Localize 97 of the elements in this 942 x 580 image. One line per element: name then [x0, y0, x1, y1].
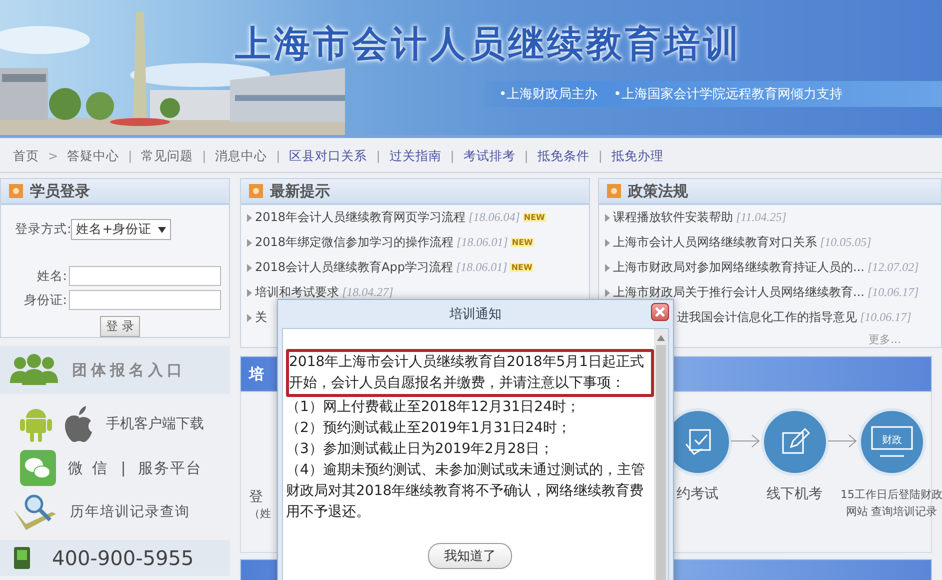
news-link[interactable]: 2018年会计人员继续教育网页学习流程 [255, 209, 466, 226]
nav-separator: > [48, 149, 58, 163]
close-button[interactable] [651, 303, 669, 321]
nav-link[interactable]: 答疑中心 [67, 148, 120, 164]
nav-link[interactable]: 抵免条件 [537, 148, 590, 164]
hotline-number: 400-900-5955 [52, 546, 194, 570]
step-label: （姓 [249, 506, 271, 521]
news-date: [18.06.01] [456, 235, 508, 250]
panel-icon [607, 184, 621, 198]
bullet-icon [247, 264, 252, 272]
nav-separator: | [128, 149, 132, 163]
login-method-select[interactable]: 姓名+身份证 [71, 219, 171, 240]
news-link[interactable]: 关 [255, 309, 267, 326]
new-badge: NEW [510, 238, 534, 247]
service-link[interactable]: 服务平台 [138, 458, 202, 478]
arrow-icon [828, 434, 858, 448]
chat-bubbles-icon [20, 450, 56, 486]
step-label: 登 [249, 488, 263, 506]
scrollbar[interactable] [654, 329, 668, 580]
policy-link[interactable]: 进我国会计信息化工作的指导意见 [677, 309, 857, 326]
bullet-icon [247, 238, 252, 246]
field-label: 身份证: [22, 292, 67, 308]
policy-date: [11.04.25] [736, 210, 786, 225]
policy-date: [12.07.02] [867, 260, 919, 275]
field-label: 登录方式: [15, 221, 72, 238]
nav-link[interactable]: 首页 [13, 148, 39, 164]
nav-separator: | [276, 149, 280, 163]
tagline: •上海国家会计学院远程教育网倾力支持 [614, 86, 842, 103]
acknowledge-button[interactable]: 我知道了 [428, 543, 512, 569]
bullet-icon [247, 214, 252, 222]
dialog-title: 培训通知 [450, 306, 502, 323]
news-date: [18.04.27] [342, 285, 394, 300]
policy-link[interactable]: 上海市财政局对参加网络继续教育持证人员的... [613, 259, 864, 276]
caret-icon [158, 226, 166, 232]
login-button[interactable]: 登 录 [100, 316, 140, 337]
nav-link[interactable]: 考试排考 [463, 148, 516, 164]
nav-separator: | [450, 149, 454, 163]
wechat-link[interactable]: 微 信 [68, 458, 109, 478]
panel-title: 学员登录 [30, 182, 90, 200]
nav-separator: | [202, 149, 206, 163]
bullet-icon [605, 238, 610, 246]
bullet-icon [605, 214, 610, 222]
field-label: 姓名: [36, 268, 67, 284]
nav-link[interactable]: 区县对口关系 [289, 148, 368, 164]
site-title: 上海市会计人员继续教育培训 [235, 23, 743, 67]
close-icon [655, 307, 665, 317]
history-link[interactable]: 历年培训记录查询 [70, 503, 190, 521]
section-title: 培 [249, 364, 264, 384]
policy-date: [10.06.17] [867, 285, 919, 300]
nav-separator: | [376, 149, 380, 163]
magnifier-icon [12, 492, 58, 532]
nav-separator: | [598, 149, 602, 163]
scroll-up-icon [657, 335, 665, 341]
nav-link[interactable]: 消息中心 [215, 148, 268, 164]
nav-link[interactable]: 常见问题 [141, 148, 194, 164]
step-label: 15工作日后登陆财政 [840, 487, 942, 503]
notice-item: （1）网上付费截止至2018年12月31日24时； [286, 398, 581, 417]
news-link[interactable]: 培训和考试要求 [255, 284, 339, 301]
notice-item: （4）逾期未预约测试、未参加测试或未通过测试的，主管财政局对其2018年继续教育将不予确认，网络继续教育费用不予退还。 [286, 461, 646, 522]
panel-icon [9, 184, 23, 198]
policy-link[interactable]: 上海市会计人员网络继续教育对口关系 [613, 234, 817, 251]
policy-date: [10.05.05] [820, 235, 872, 250]
new-badge: NEW [522, 213, 546, 222]
news-date: [18.06.04] [468, 210, 520, 225]
notice-item: （3）参加测试截止日为2019年2月28日； [286, 440, 554, 459]
notice-item: （2）预约测试截止至2019年1月31日24时； [286, 419, 572, 438]
bullet-icon [247, 288, 252, 296]
panel-title: 最新提示 [270, 182, 330, 200]
news-link[interactable]: 2018会计人员继续教育App学习流程 [255, 259, 453, 276]
panel-title: 政策法规 [628, 182, 688, 200]
step-label: 线下机考 [766, 486, 822, 503]
input-field[interactable] [69, 290, 221, 310]
input-field[interactable] [69, 266, 221, 286]
step-label: 网站 查询培训记录 [846, 504, 938, 520]
nav-link[interactable]: 抵免办理 [611, 148, 664, 164]
app-download-link[interactable]: 手机客户端下载 [106, 415, 204, 433]
arrow-icon [731, 434, 761, 448]
new-badge: NEW [510, 263, 534, 272]
policy-link[interactable]: 课程播放软件安装帮助 [613, 209, 733, 226]
divider-text: | [120, 459, 126, 477]
bullet-icon [605, 288, 610, 296]
bullet-icon [247, 314, 252, 322]
policy-date: [10.06.17] [860, 310, 912, 325]
nav-separator: | [524, 149, 528, 163]
notice-paragraph: 2018年上海市会计人员继续教育自2018年5月1日起正式开始，会计人员自愿报名并缴费，并请注意以下事项： [286, 349, 654, 397]
android-icon [20, 406, 52, 442]
policy-link[interactable]: 上海市财政局关于推行会计人员网络继续教育... [613, 284, 864, 301]
nav-link[interactable]: 过关指南 [389, 148, 442, 164]
people-icon [8, 353, 60, 387]
news-link[interactable]: 2018年绑定微信参加学习的操作流程 [255, 234, 454, 251]
bullet-icon [605, 264, 610, 272]
step-label: 约考试 [676, 486, 718, 503]
apple-icon [64, 406, 94, 442]
panel-icon [249, 184, 263, 198]
news-date: [18.06.01] [456, 260, 508, 275]
phone-icon [14, 547, 30, 569]
tagline: •上海财政局主办 [499, 86, 598, 103]
